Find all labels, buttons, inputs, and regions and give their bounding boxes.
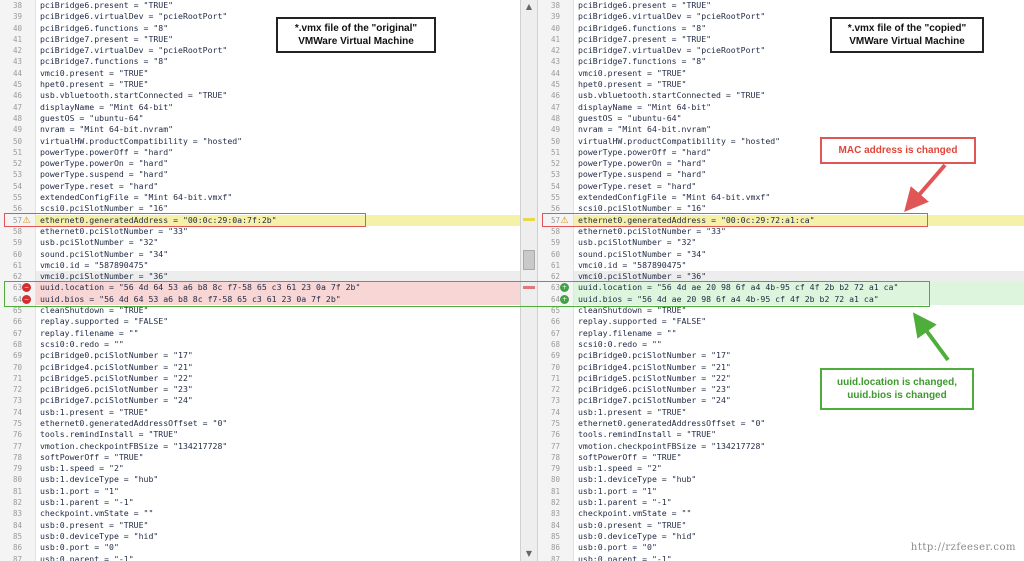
watermark: http://rzfeeser.com <box>910 542 1016 553</box>
uuid-arrow <box>912 312 950 362</box>
mac-arrow <box>904 163 947 213</box>
annotation-arrows <box>904 163 950 362</box>
mac-changed-note: MAC address is changed <box>820 137 976 164</box>
original-vmx-label: *.vmx file of the "original" VMWare Virt… <box>276 17 436 53</box>
copied-vmx-label: *.vmx file of the "copied" VMWare Virtua… <box>830 17 984 53</box>
uuid-changed-note: uuid.location is changed, uuid.bios is c… <box>820 368 974 410</box>
